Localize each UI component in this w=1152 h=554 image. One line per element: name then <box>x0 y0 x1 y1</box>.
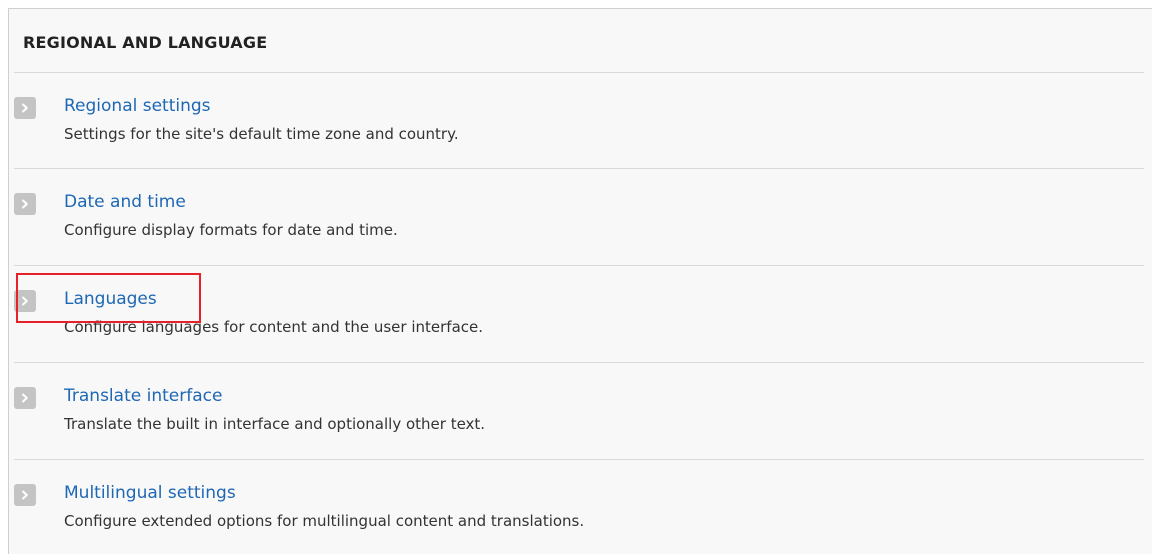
section-title: REGIONAL AND LANGUAGE <box>23 33 268 52</box>
list-item-translate-interface: Translate interface Translate the built … <box>14 386 1114 457</box>
chevron-right-icon[interactable] <box>14 387 36 409</box>
date-and-time-description: Configure display formats for date and t… <box>64 221 398 239</box>
chevron-right-icon[interactable] <box>14 484 36 506</box>
divider <box>14 459 1144 460</box>
chevron-right-icon[interactable] <box>14 290 36 312</box>
multilingual-settings-description: Configure extended options for multiling… <box>64 512 585 530</box>
list-item-multilingual-settings: Multilingual settings Configure extended… <box>14 483 1114 554</box>
date-and-time-link[interactable]: Date and time <box>64 192 186 212</box>
list-item-languages: Languages Configure languages for conten… <box>14 289 1114 360</box>
languages-description: Configure languages for content and the … <box>64 318 484 336</box>
regional-settings-description: Settings for the site's default time zon… <box>64 125 459 143</box>
regional-language-panel: REGIONAL AND LANGUAGE <box>8 8 1152 554</box>
multilingual-settings-link[interactable]: Multilingual settings <box>64 483 236 503</box>
translate-interface-description: Translate the built in interface and opt… <box>64 415 486 433</box>
regional-settings-link[interactable]: Regional settings <box>64 96 211 116</box>
translate-interface-link[interactable]: Translate interface <box>64 386 222 406</box>
languages-link[interactable]: Languages <box>64 289 157 309</box>
list-item-regional-settings: Regional settings Settings for the site'… <box>14 96 1114 167</box>
chevron-right-icon[interactable] <box>14 97 36 119</box>
list-item-date-and-time: Date and time Configure display formats … <box>14 192 1114 263</box>
divider <box>14 362 1144 363</box>
divider <box>14 168 1144 169</box>
divider <box>14 265 1144 266</box>
divider <box>14 72 1144 73</box>
chevron-right-icon[interactable] <box>14 193 36 215</box>
